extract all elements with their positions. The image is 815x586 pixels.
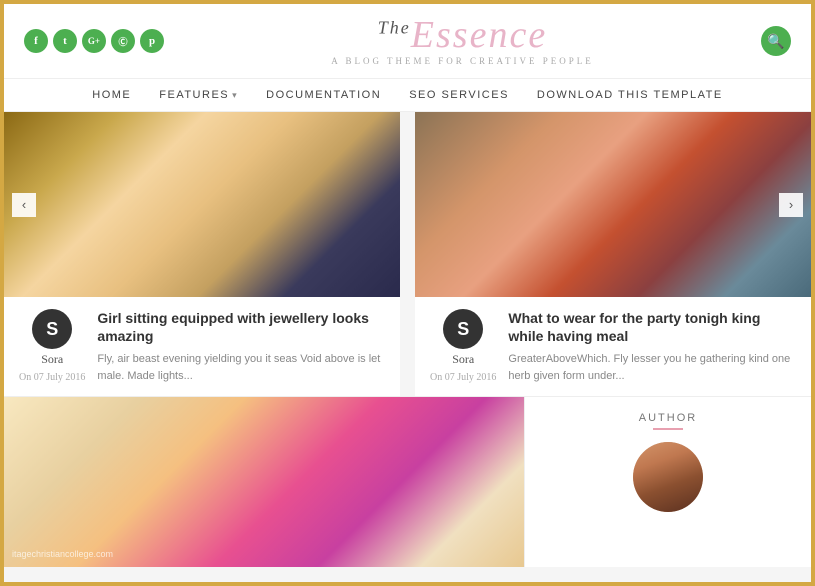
nav-features-label: FEATURES [159, 89, 229, 101]
nav-documentation-label: DOCUMENTATION [266, 89, 381, 101]
nav-seo-services[interactable]: SEO SERVICES [409, 89, 509, 101]
article-meta-2: S Sora On 07 July 2016 What to wear for … [415, 297, 811, 396]
girl-image [4, 112, 400, 297]
search-button[interactable]: 🔍 [761, 26, 791, 56]
nav-home[interactable]: HOME [92, 89, 131, 101]
article-image-1: ‹ [4, 112, 400, 297]
google-plus-icon[interactable]: G+ [82, 29, 106, 53]
author-avatar-col-2: S Sora On 07 July 2016 [430, 309, 496, 383]
article-card-2: › S Sora On 07 July 2016 What to wear fo… [415, 112, 811, 396]
article-meta-1: S Sora On 07 July 2016 Girl sitting equi… [4, 297, 400, 396]
author-avatar-col-1: S Sora On 07 July 2016 [19, 309, 85, 383]
carousel-next-button-2[interactable]: › [779, 193, 803, 217]
navigation: HOME FEATURES ▾ DOCUMENTATION SEO SERVIC… [4, 79, 811, 112]
author-avatar-image [633, 442, 703, 512]
nav-seo-label: SEO SERVICES [409, 89, 509, 101]
article-excerpt-1: Fly, air beast evening yielding you it s… [97, 351, 385, 384]
avatar-2: S [443, 309, 483, 349]
article-card-1: ‹ S Sora On 07 July 2016 Girl sitting eq… [4, 112, 415, 396]
carousel-prev-button-1[interactable]: ‹ [12, 193, 36, 217]
nav-download-label: DOWNLOAD THIS TEMPLATE [537, 89, 723, 101]
author-divider [653, 428, 683, 430]
author-widget: AUTHOR [524, 397, 811, 567]
logo-area: TheEssence A BLOG THEME FOR CREATIVE PEO… [164, 16, 761, 66]
friends-image [415, 112, 811, 297]
nav-documentation[interactable]: DOCUMENTATION [266, 89, 381, 101]
logo-name: Essence [411, 14, 547, 56]
facebook-icon[interactable]: f [24, 29, 48, 53]
header: f t G+ Ⓒ p TheEssence A BLOG THEME FOR C… [4, 4, 811, 79]
nav-download[interactable]: DOWNLOAD THIS TEMPLATE [537, 89, 723, 101]
chevron-down-icon: ▾ [232, 90, 238, 101]
logo-the: The [378, 17, 411, 37]
article-title-1: Girl sitting equipped with jewellery loo… [97, 309, 385, 345]
author-name-1: Sora [41, 352, 63, 367]
author-widget-title: AUTHOR [545, 412, 791, 424]
instagram-icon[interactable]: Ⓒ [111, 29, 135, 53]
author-date-2: On 07 July 2016 [430, 372, 496, 383]
article-text-2: What to wear for the party tonigh king w… [508, 309, 796, 384]
article-title-2: What to wear for the party tonigh king w… [508, 309, 796, 345]
nav-features[interactable]: FEATURES ▾ [159, 89, 238, 101]
social-icons: f t G+ Ⓒ p [24, 29, 164, 53]
nav-home-label: HOME [92, 89, 131, 101]
page-wrapper: f t G+ Ⓒ p TheEssence A BLOG THEME FOR C… [4, 4, 811, 567]
bottom-section: itagechristiancollege.com AUTHOR [4, 397, 811, 567]
logo-title: TheEssence [164, 16, 761, 54]
author-date-1: On 07 July 2016 [19, 372, 85, 383]
articles-row: ‹ S Sora On 07 July 2016 Girl sitting eq… [4, 112, 811, 397]
article-excerpt-2: GreaterAboveWhich. Fly lesser you he gat… [508, 351, 796, 384]
article-image-2: › [415, 112, 811, 297]
twitter-icon[interactable]: t [53, 29, 77, 53]
pinterest-icon[interactable]: p [140, 29, 164, 53]
article-text-1: Girl sitting equipped with jewellery loo… [97, 309, 385, 384]
logo-subtitle: A BLOG THEME FOR CREATIVE PEOPLE [164, 56, 761, 66]
author-name-2: Sora [452, 352, 474, 367]
bottom-image: itagechristiancollege.com [4, 397, 524, 567]
author-avatar-large [633, 442, 703, 512]
avatar-1: S [32, 309, 72, 349]
watermark: itagechristiancollege.com [12, 549, 113, 559]
